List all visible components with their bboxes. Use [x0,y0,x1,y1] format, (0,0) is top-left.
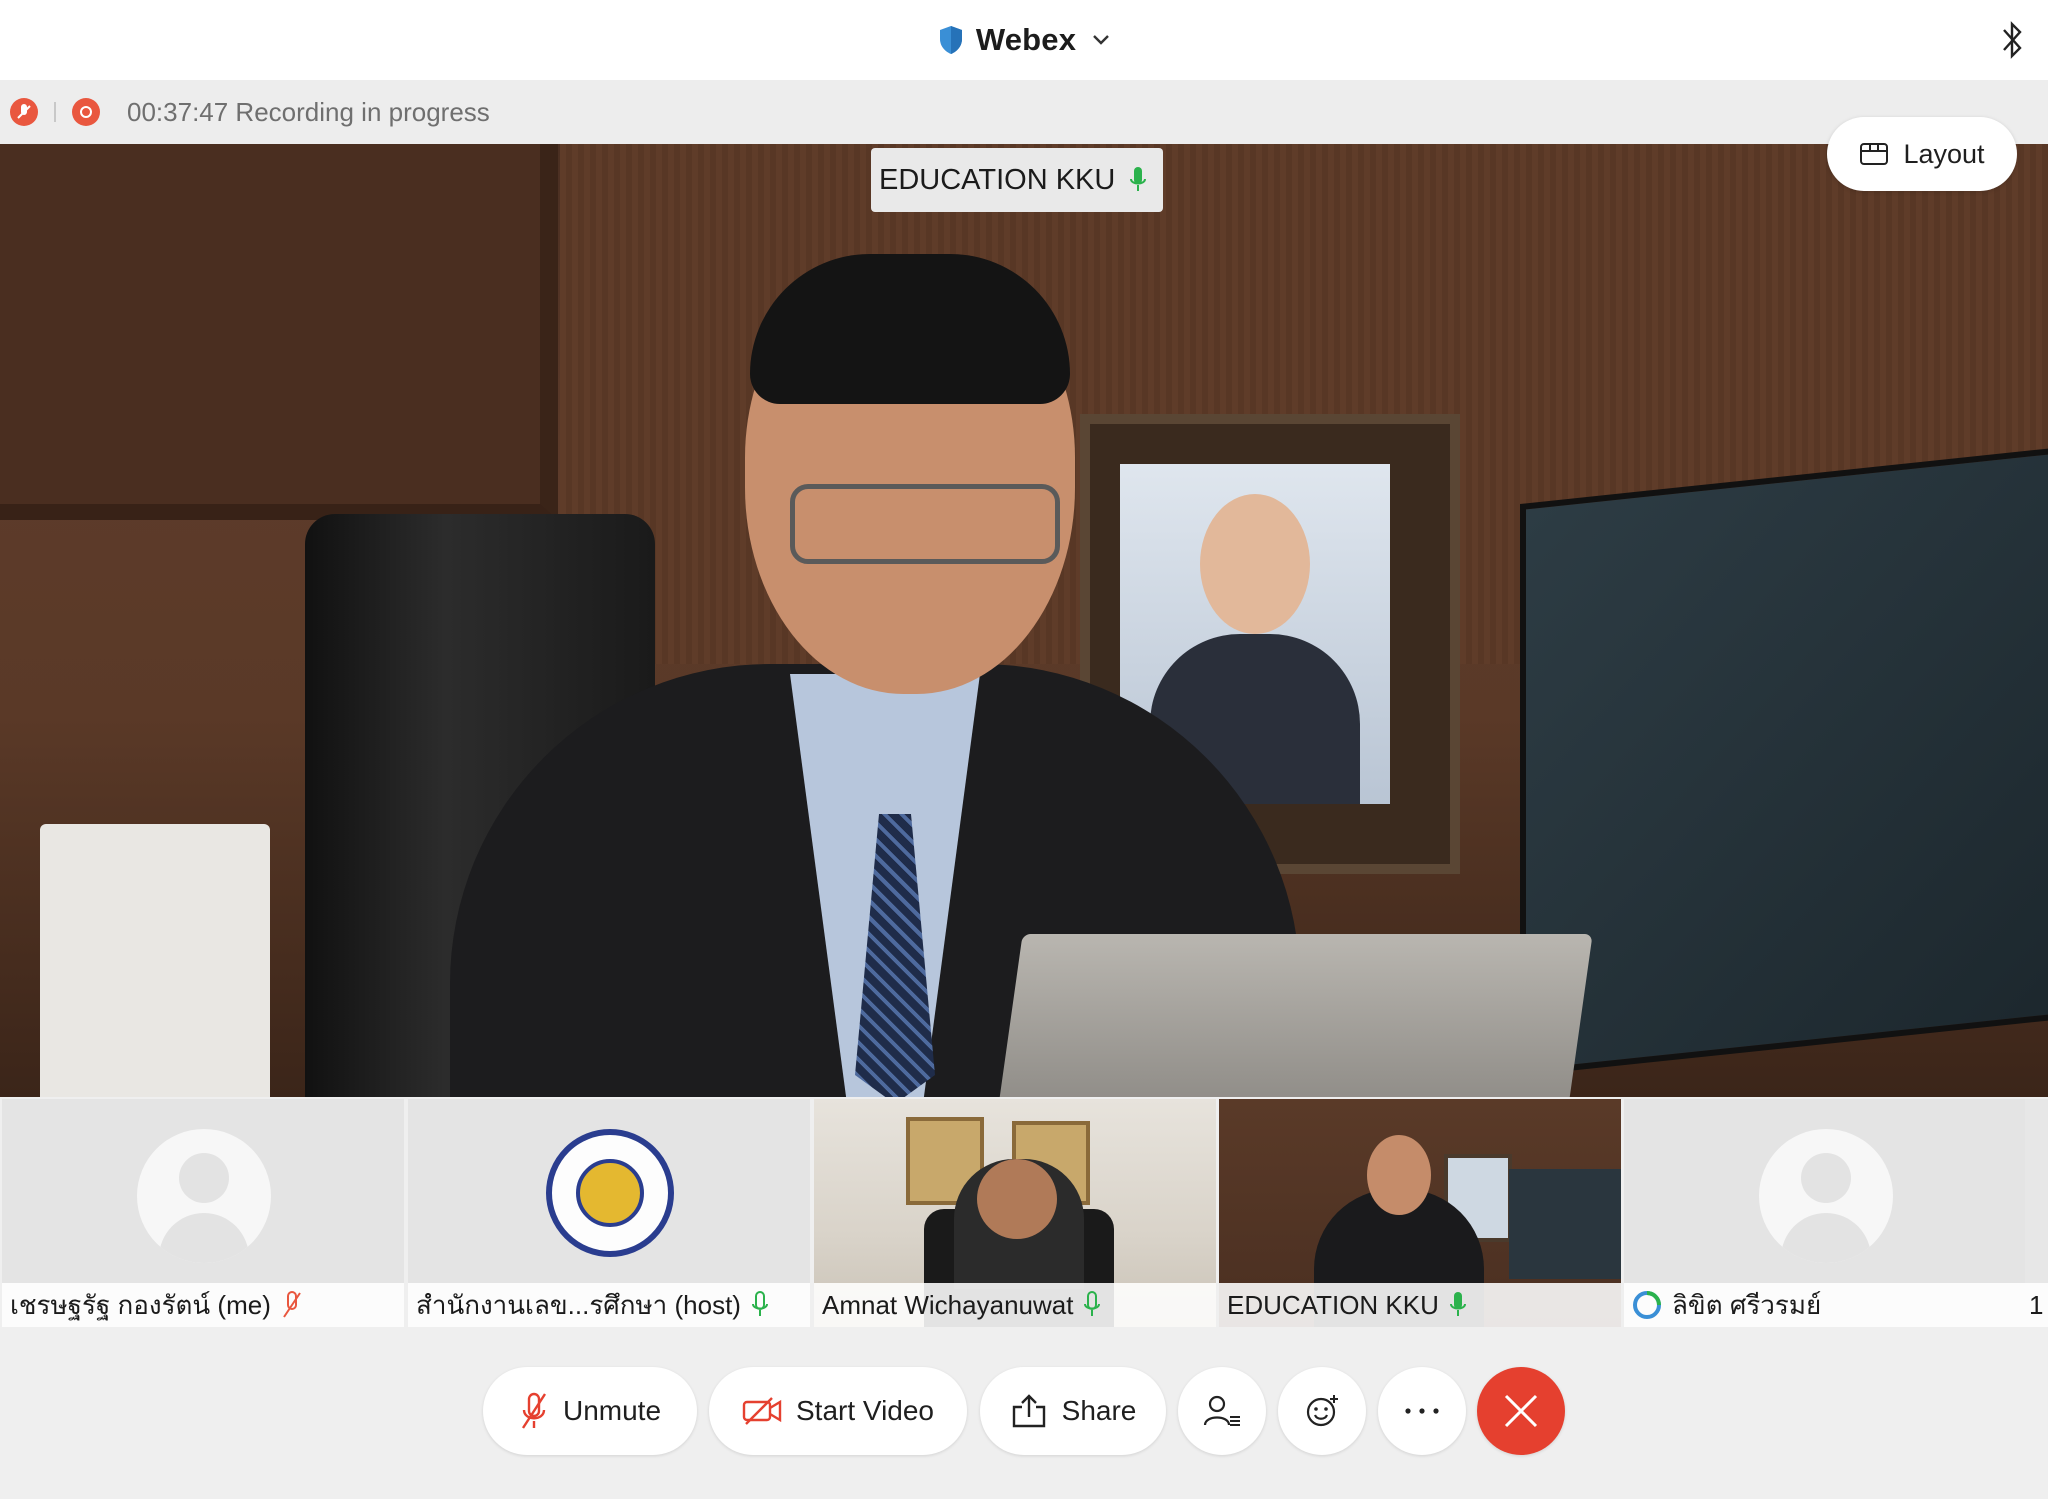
shield-icon [939,26,962,54]
organization-seal [546,1129,674,1257]
mic-icon [751,1291,768,1316]
recording-status: 00:37:47 Recording in progress [127,97,490,127]
video-off-icon [742,1397,782,1425]
share-button[interactable]: Share [980,1367,1166,1455]
title-bar: Webex [0,0,2048,80]
mic-active-icon [1449,1292,1466,1316]
unmute-label: Unmute [562,1395,662,1426]
participant-tile[interactable]: Amnat Wichayanuwat [814,1099,1216,1327]
participant-name: Amnat Wichayanuwat [822,1289,1074,1320]
participant-tile[interactable]: 1 [2025,1099,2048,1327]
active-speaker-video[interactable] [0,144,2048,1097]
connecting-icon [1633,1291,1661,1319]
leave-meeting-button[interactable] [1477,1367,1565,1455]
participant-tile[interactable]: เชรษฐรัฐ กองรัตน์ (me) [2,1099,404,1327]
participant-name: ลิขิต ศรีวรมย์ [1672,1289,1822,1320]
recording-icon[interactable] [72,98,100,126]
mic-icon [1084,1291,1101,1316]
start-video-button[interactable]: Start Video [709,1367,967,1455]
layout-icon [1860,143,1889,165]
reactions-button[interactable] [1278,1367,1366,1455]
unmute-button[interactable]: Unmute [483,1367,697,1455]
participant-tile[interactable]: สำนักงานเลข...รศึกษา (host) [408,1099,810,1327]
close-icon [1504,1394,1538,1428]
muted-mic-icon [10,98,38,126]
active-speaker-name: EDUCATION KKU [879,163,1116,196]
participant-name: 1 [2029,1289,2044,1320]
more-icon [1405,1408,1439,1414]
avatar [1759,1129,1893,1263]
participant-strip: เชรษฐรัฐ กองรัตน์ (me) สำนักงานเลข...รศึ… [0,1099,2048,1327]
layout-button[interactable]: Layout [1827,117,2017,191]
app-title: Webex [975,22,1077,57]
share-label: Share [1061,1395,1137,1426]
chevron-down-icon [1093,35,1110,45]
participant-name: สำนักงานเลข...รศึกษา (host) [416,1289,741,1320]
app-title-menu[interactable]: Webex [938,22,1110,58]
participants-button[interactable] [1178,1367,1266,1455]
more-options-button[interactable] [1378,1367,1466,1455]
participant-name: EDUCATION KKU [1227,1289,1439,1320]
emoji-icon [1306,1395,1338,1427]
bluetooth-icon [2003,21,2022,59]
recording-bar: 00:37:47 Recording in progress [0,80,2048,144]
muted-mic-icon [283,1291,301,1318]
mic-active-icon [1130,167,1147,191]
participant-tile[interactable]: EDUCATION KKU [1219,1099,1621,1327]
start-video-label: Start Video [795,1395,935,1426]
divider [54,102,56,122]
active-speaker-label: EDUCATION KKU [871,148,1164,212]
share-icon [1012,1394,1045,1428]
call-controls: Unmute Start Video Share [0,1327,2048,1499]
participant-name: เชรษฐรัฐ กองรัตน์ (me) [10,1289,271,1320]
avatar [137,1129,271,1263]
layout-label: Layout [1903,138,1985,169]
participant-tile[interactable]: ลิขิต ศรีวรมย์ [1624,1099,2026,1327]
participants-icon [1203,1395,1240,1426]
muted-mic-icon [521,1392,546,1429]
